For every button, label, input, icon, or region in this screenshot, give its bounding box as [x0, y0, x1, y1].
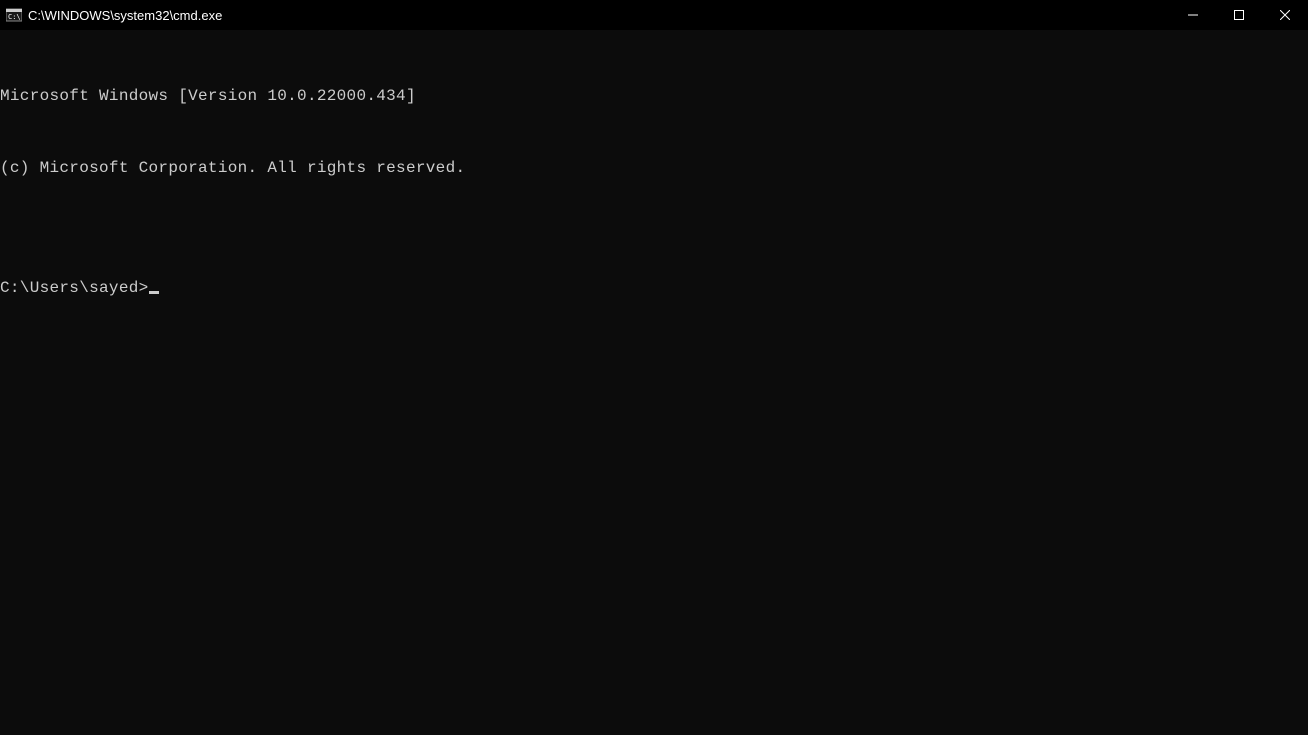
minimize-button[interactable] [1170, 0, 1216, 30]
close-button[interactable] [1262, 0, 1308, 30]
minimize-icon [1188, 10, 1198, 20]
svg-text:C:\: C:\ [8, 13, 21, 21]
cmd-icon: C:\ [6, 7, 22, 23]
version-line: Microsoft Windows [Version 10.0.22000.43… [0, 84, 1308, 108]
maximize-button[interactable] [1216, 0, 1262, 30]
close-icon [1280, 10, 1290, 20]
copyright-line: (c) Microsoft Corporation. All rights re… [0, 156, 1308, 180]
prompt-text: C:\Users\sayed> [0, 276, 149, 300]
terminal-output[interactable]: Microsoft Windows [Version 10.0.22000.43… [0, 30, 1308, 324]
titlebar-left: C:\ C:\WINDOWS\system32\cmd.exe [6, 7, 222, 23]
prompt-line: C:\Users\sayed> [0, 276, 1308, 300]
maximize-icon [1234, 10, 1244, 20]
window-controls [1170, 0, 1308, 30]
cursor [149, 291, 159, 294]
window-title: C:\WINDOWS\system32\cmd.exe [28, 8, 222, 23]
titlebar: C:\ C:\WINDOWS\system32\cmd.exe [0, 0, 1308, 30]
